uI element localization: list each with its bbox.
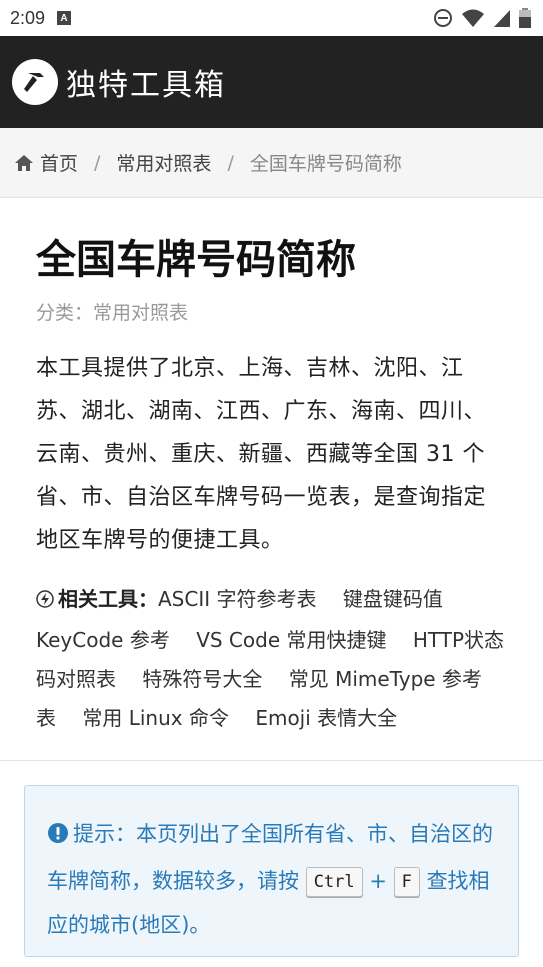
tool-description: 本工具提供了北京、上海、吉林、沈阳、江苏、湖北、湖南、江西、广东、海南、四川、云…: [36, 356, 487, 553]
logo[interactable]: [12, 59, 58, 105]
signal-icon: [494, 10, 510, 27]
page-title: 全国车牌号码简称: [36, 237, 356, 283]
breadcrumb-separator: /: [227, 151, 234, 174]
breadcrumb-home[interactable]: 首页: [40, 149, 78, 176]
a-notification-icon: A: [57, 11, 72, 25]
kbd-ctrl: Ctrl: [305, 867, 363, 897]
category-label: 分类：: [36, 302, 94, 324]
bolt-icon: [36, 582, 54, 621]
breadcrumb-separator: /: [94, 151, 101, 174]
info-icon: [47, 815, 69, 859]
app-header: 独特工具箱: [0, 36, 543, 128]
related-tool-link[interactable]: 常用 Linux 命令: [82, 706, 229, 730]
category-line: 分类：常用对照表: [36, 298, 507, 325]
section-divider: [0, 760, 543, 761]
tip-plus: +: [369, 869, 387, 893]
app-title[interactable]: 独特工具箱: [66, 60, 226, 104]
breadcrumb: 首页 / 常用对照表 / 全国车牌号码简称: [0, 128, 543, 198]
battery-icon: [519, 8, 531, 28]
breadcrumb-category[interactable]: 常用对照表: [116, 149, 211, 176]
related-tool-link[interactable]: 特殊符号大全: [142, 667, 262, 691]
breadcrumb-current: 全国车牌号码简称: [249, 153, 402, 175]
related-tool-link[interactable]: VS Code 常用快捷键: [196, 628, 386, 652]
tip-box: 提示：本页列出了全国所有省、市、自治区的车牌简称，数据较多，请按 Ctrl + …: [24, 785, 519, 957]
related-label: 相关工具：: [58, 587, 158, 611]
related-tools: 相关工具：ASCII 字符参考表 键盘键码值 KeyCode 参考 VS Cod…: [36, 580, 507, 738]
kbd-f: F: [393, 867, 420, 897]
status-time: 2:09: [10, 7, 46, 28]
main-content: 全国车牌号码简称 分类：常用对照表 本工具提供了北京、上海、吉林、沈阳、江苏、湖…: [0, 234, 543, 738]
wifi-icon: [462, 9, 484, 27]
category-link[interactable]: 常用对照表: [93, 302, 188, 324]
related-tool-link[interactable]: ASCII 字符参考表: [158, 587, 317, 611]
do-not-disturb-icon: [434, 9, 452, 27]
status-bar: 2:09 A: [0, 0, 543, 36]
related-tool-link[interactable]: Emoji 表情大全: [255, 706, 397, 730]
hammer-icon: [24, 73, 44, 92]
home-icon[interactable]: [14, 154, 34, 172]
